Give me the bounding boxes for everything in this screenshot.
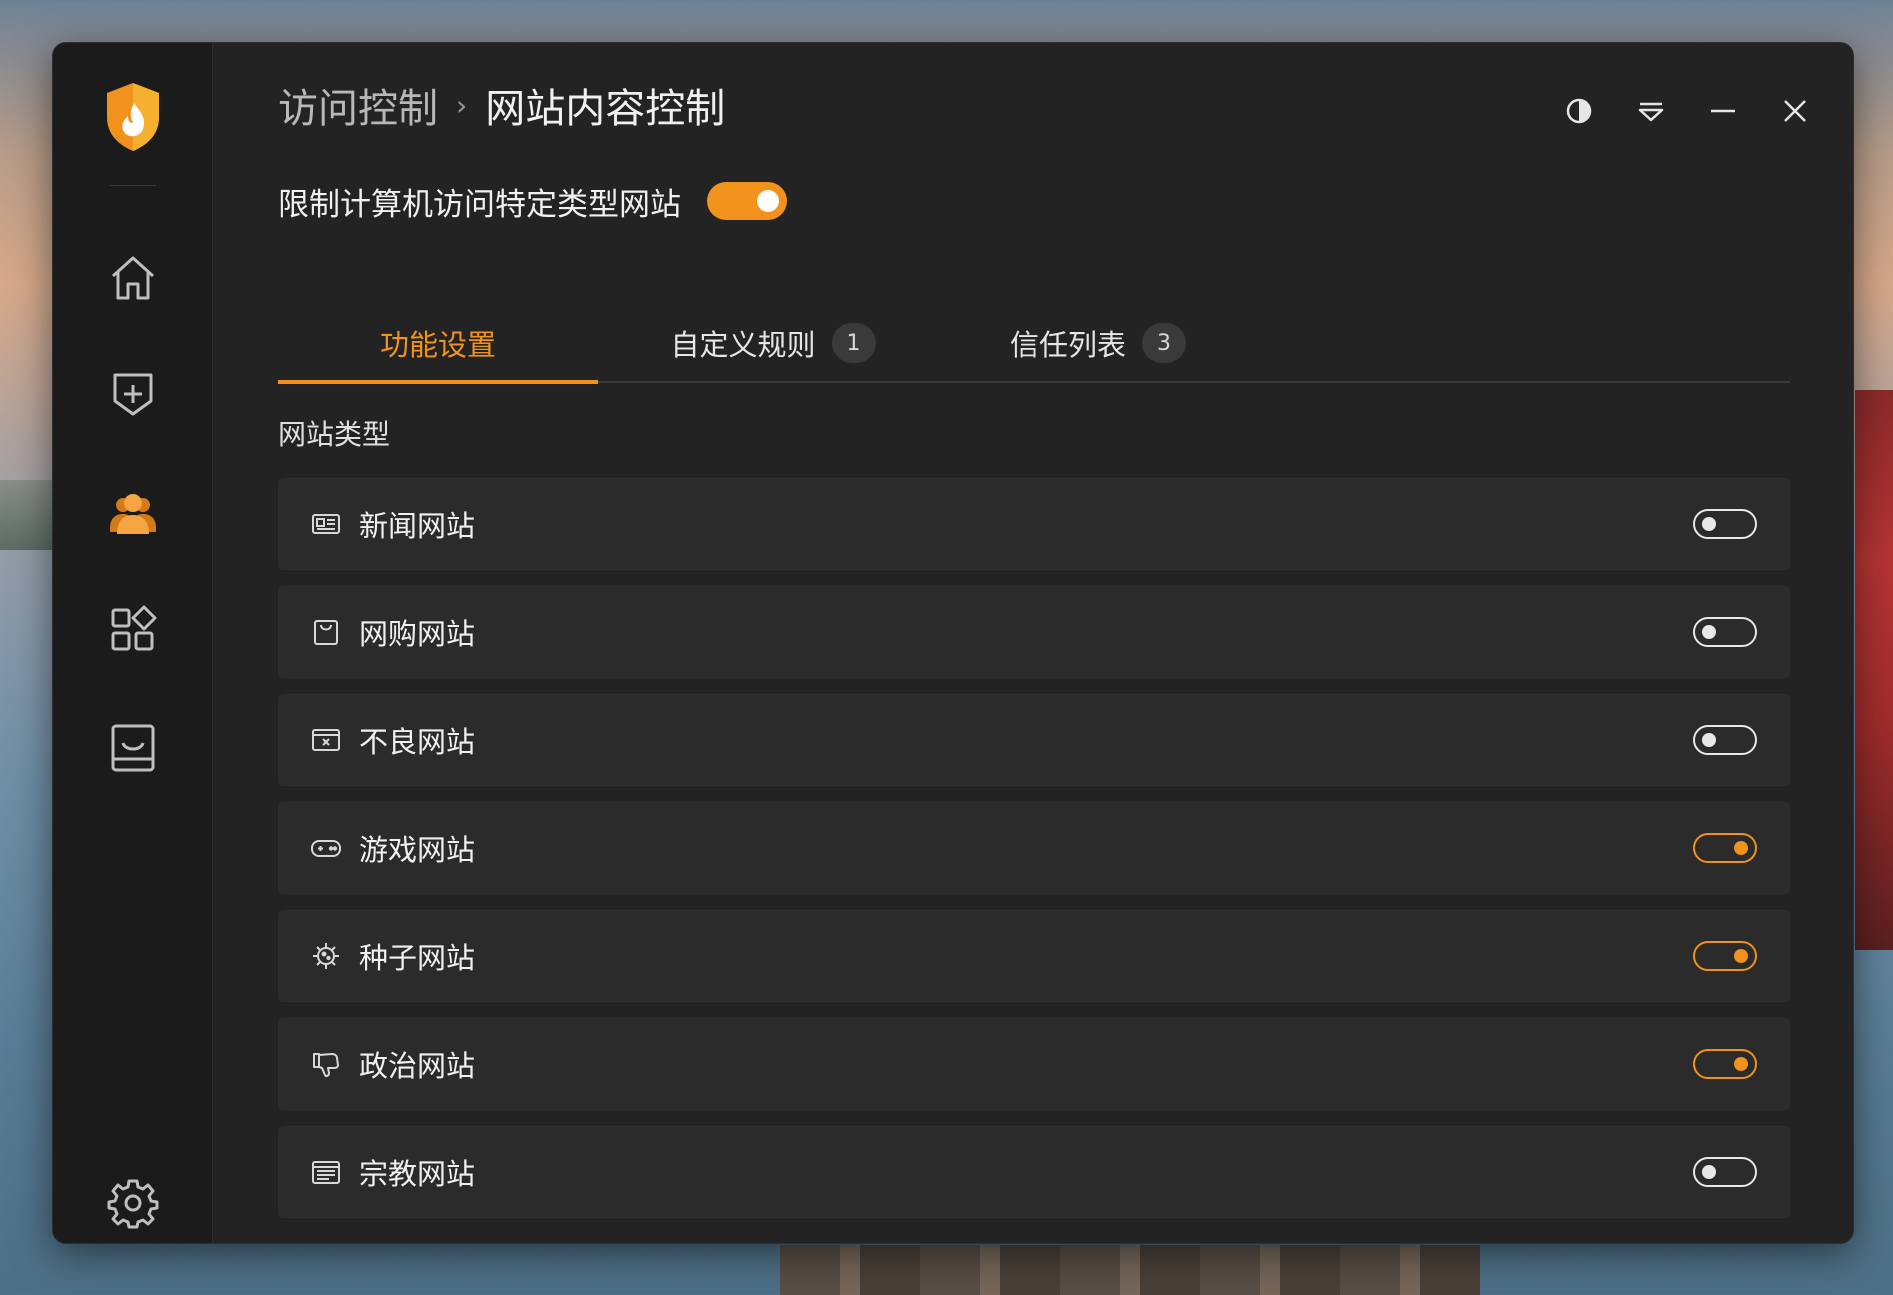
category-label: 网购网站 [359, 617, 476, 651]
toggle-knob [1734, 1057, 1748, 1071]
news-icon [309, 507, 343, 541]
dropdown-menu-icon [1638, 102, 1664, 122]
category-row-politics: 政治网站 [278, 1018, 1790, 1110]
logo-divider [110, 185, 156, 186]
tab-bar: 功能设置 自定义规则 1 信任列表 3 [278, 303, 1790, 384]
background-house [1855, 390, 1893, 950]
category-label: 新闻网站 [359, 509, 476, 543]
toggle-knob [1702, 1165, 1716, 1179]
users-icon [110, 494, 156, 534]
shield-plus-icon [113, 373, 153, 416]
category-toggle[interactable] [1693, 509, 1757, 539]
contrast-icon [1566, 98, 1592, 124]
inbox-icon [111, 724, 155, 772]
close-icon [1784, 100, 1806, 122]
thumbs-down-icon [309, 1047, 343, 1081]
category-row-games: 游戏网站 [278, 802, 1790, 894]
menu-button[interactable] [1635, 95, 1667, 127]
count-badge: 1 [831, 323, 876, 363]
background-land [0, 480, 55, 550]
window-controls [1563, 95, 1811, 127]
toggle-knob [1702, 625, 1716, 639]
category-row-adult: 不良网站 [278, 694, 1790, 786]
breadcrumb-parent[interactable]: 访问控制 [278, 76, 438, 134]
master-setting: 限制计算机访问特定类型网站 [278, 171, 787, 231]
count-badge: 3 [1142, 323, 1186, 363]
background-dock [780, 1245, 1480, 1295]
nav-settings[interactable] [103, 1173, 163, 1233]
master-toggle[interactable] [707, 182, 787, 220]
main-panel: 访问控制 › 网站内容控制 限制计算机访问特定类型网站 功能设置 自定义规则 1… [213, 43, 1853, 1243]
category-label: 种子网站 [359, 941, 476, 975]
tab-label: 自定义规则 [670, 328, 816, 362]
close-button[interactable] [1779, 95, 1811, 127]
virus-seed-icon [309, 939, 343, 973]
toggle-knob [757, 190, 779, 212]
category-row-shopping: 网购网站 [278, 586, 1790, 678]
category-label: 政治网站 [359, 1049, 476, 1083]
home-icon [111, 256, 155, 300]
category-toggle[interactable] [1693, 725, 1757, 755]
category-label: 不良网站 [359, 725, 476, 759]
app-window: 访问控制 › 网站内容控制 限制计算机访问特定类型网站 功能设置 自定义规则 1… [52, 42, 1854, 1244]
category-toggle[interactable] [1693, 833, 1757, 863]
tab-trust-list[interactable]: 信任列表 3 [973, 303, 1223, 383]
tab-label: 信任列表 [1009, 328, 1126, 362]
toggle-knob [1702, 733, 1716, 747]
category-label: 宗教网站 [359, 1157, 476, 1191]
breadcrumb-separator: › [456, 88, 468, 122]
nav-home[interactable] [103, 248, 163, 308]
shopping-bag-icon [309, 615, 343, 649]
breadcrumb: 访问控制 › 网站内容控制 [278, 75, 725, 135]
page-title: 网站内容控制 [485, 86, 726, 132]
category-label: 游戏网站 [359, 833, 476, 867]
category-row-torrent: 种子网站 [278, 910, 1790, 1002]
gear-icon [107, 1179, 159, 1229]
nav-protection[interactable] [103, 363, 163, 423]
theme-button[interactable] [1563, 95, 1595, 127]
minimize-button[interactable] [1707, 95, 1739, 127]
apps-grid-icon [111, 605, 157, 651]
active-tab-indicator [278, 380, 598, 384]
nav-apps[interactable] [103, 600, 163, 660]
master-setting-label: 限制计算机访问特定类型网站 [278, 186, 681, 223]
category-row-news: 新闻网站 [278, 478, 1790, 570]
toggle-knob [1734, 949, 1748, 963]
category-row-religion: 宗教网站 [278, 1126, 1790, 1218]
tab-label: 功能设置 [379, 328, 496, 362]
nav-inbox[interactable] [103, 718, 163, 778]
blocked-window-icon [309, 723, 343, 757]
gamepad-icon [309, 831, 343, 865]
category-toggle[interactable] [1693, 617, 1757, 647]
toggle-knob [1702, 517, 1716, 531]
category-toggle[interactable] [1693, 1049, 1757, 1079]
minimize-icon [1711, 109, 1735, 113]
tab-feature-settings[interactable]: 功能设置 [278, 303, 598, 383]
toggle-knob [1734, 841, 1748, 855]
tab-custom-rules[interactable]: 自定义规则 1 [648, 303, 898, 383]
category-toggle[interactable] [1693, 941, 1757, 971]
nav-access-control[interactable] [103, 483, 163, 543]
category-toggle[interactable] [1693, 1157, 1757, 1187]
section-title: 网站类型 [278, 418, 391, 451]
shield-flame-logo-icon [103, 81, 163, 153]
sidebar [53, 43, 213, 1243]
document-list-icon [309, 1155, 343, 1189]
